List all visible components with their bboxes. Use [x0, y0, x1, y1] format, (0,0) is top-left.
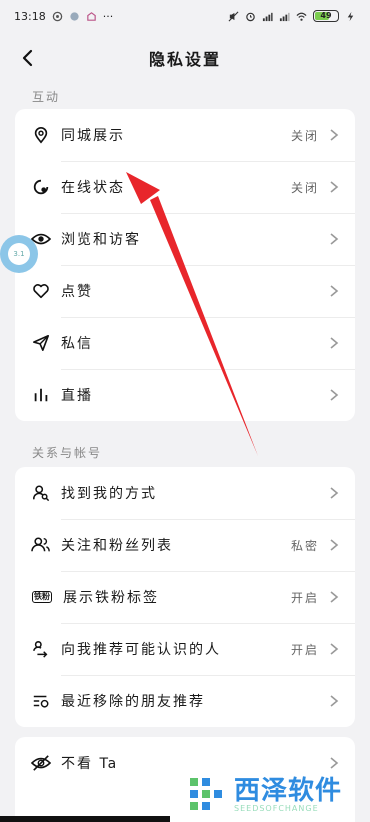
settings-row-views-visitors[interactable]: 浏览和访客: [15, 213, 355, 265]
charging-icon: [347, 11, 354, 21]
settings-row-removed-recommendations[interactable]: 最近移除的朋友推荐: [15, 675, 355, 727]
chevron-right-icon: [330, 181, 339, 193]
settings-row-nearby[interactable]: 同城展示 关闭: [15, 109, 355, 161]
settings-row-recommend-people[interactable]: 向我推荐可能认识的人 开启: [15, 623, 355, 675]
settings-row-messages[interactable]: 私信: [15, 317, 355, 369]
users-icon: [31, 535, 51, 555]
mute-icon: [228, 11, 239, 21]
battery-indicator: 49: [313, 10, 339, 22]
online-status-icon: [31, 177, 51, 197]
send-icon: [31, 333, 51, 353]
row-label: 私信: [61, 336, 93, 352]
row-value: 关闭: [290, 128, 319, 143]
alarm-icon: [246, 12, 255, 21]
settings-row-likes[interactable]: 点赞: [15, 265, 355, 317]
status-time: 13:18: [14, 9, 46, 23]
row-label: 向我推荐可能认识的人: [61, 642, 221, 658]
settings-row-live[interactable]: 直播: [15, 369, 355, 421]
row-label: 同城展示: [61, 128, 125, 144]
chevron-right-icon: [330, 389, 339, 401]
find-person-icon: [31, 483, 51, 503]
wifi-icon: [296, 12, 307, 21]
row-value: 开启: [290, 590, 319, 605]
chevron-right-icon: [330, 337, 339, 349]
back-button[interactable]: [12, 42, 44, 74]
status-right: 49: [228, 10, 356, 22]
chevron-right-icon: [330, 695, 339, 707]
more-notifications-dots: ···: [102, 9, 114, 23]
floating-assistant-bubble[interactable]: 3.1: [0, 235, 38, 273]
chevron-right-icon: [330, 757, 339, 769]
eye-off-icon: [31, 753, 51, 773]
row-value: 私密: [290, 538, 319, 553]
row-label: 找到我的方式: [61, 486, 157, 502]
row-label: 最近移除的朋友推荐: [61, 694, 205, 710]
battery-level: 49: [320, 11, 332, 20]
home-indicator: [0, 816, 170, 822]
row-label: 浏览和访客: [61, 232, 141, 248]
row-label: 直播: [61, 388, 93, 404]
fan-badge-text: 铁粉: [32, 591, 52, 603]
row-value: 关闭: [290, 180, 319, 195]
chevron-right-icon: [330, 539, 339, 551]
row-value: 开启: [290, 642, 319, 657]
settings-row-online-status[interactable]: 在线状态 关闭: [15, 161, 355, 213]
settings-row-find-me[interactable]: 找到我的方式: [15, 467, 355, 519]
watermark-logo-icon: [190, 778, 222, 810]
removed-list-icon: [31, 691, 51, 711]
signal-icon: [262, 12, 273, 21]
recommend-people-icon: [31, 639, 51, 659]
section-label-relations: 关系与帐号: [32, 446, 103, 460]
signal-icon: [279, 12, 290, 21]
floating-bubble-face: 3.1: [8, 243, 30, 265]
section-label-interaction: 互动: [32, 90, 61, 104]
card-relations: 找到我的方式 关注和粉丝列表 私密 铁粉 展示铁粉标签 开启 向我推荐可能认识的…: [15, 467, 355, 727]
chevron-right-icon: [330, 285, 339, 297]
chevron-right-icon: [330, 487, 339, 499]
nav-bar: 隐私设置: [0, 38, 370, 78]
notification-icon: [86, 11, 96, 21]
watermark: 西泽软件 SEEDSOFCHANGE: [186, 770, 366, 820]
bar-chart-icon: [31, 385, 51, 405]
settings-row-fan-badge[interactable]: 铁粉 展示铁粉标签 开启: [15, 571, 355, 623]
settings-row-follow-fans-list[interactable]: 关注和粉丝列表 私密: [15, 519, 355, 571]
status-bar: 13:18 ··· 49: [0, 0, 370, 32]
chevron-right-icon: [330, 591, 339, 603]
notification-icon: [52, 11, 62, 21]
row-label: 在线状态: [61, 180, 125, 196]
row-label: 关注和粉丝列表: [61, 538, 173, 554]
chevron-right-icon: [330, 643, 339, 655]
row-label: 展示铁粉标签: [63, 590, 159, 606]
location-pin-icon: [31, 125, 51, 145]
fan-badge-icon: 铁粉: [31, 587, 53, 607]
heart-icon: [31, 281, 51, 301]
back-arrow-icon: [22, 49, 33, 67]
chevron-right-icon: [330, 233, 339, 245]
row-label: 点赞: [61, 284, 93, 300]
page-title: 隐私设置: [148, 50, 221, 69]
watermark-subtitle: SEEDSOFCHANGE: [234, 803, 319, 813]
notification-icon: [70, 11, 79, 21]
card-interaction: 同城展示 关闭 在线状态 关闭 浏览和访客 点赞 私信 直播: [15, 109, 355, 421]
status-left: 13:18 ···: [14, 10, 113, 23]
chevron-right-icon: [330, 129, 339, 141]
watermark-title: 西泽软件: [234, 775, 343, 806]
watermark-text-group: 西泽软件 SEEDSOFCHANGE: [234, 778, 342, 813]
